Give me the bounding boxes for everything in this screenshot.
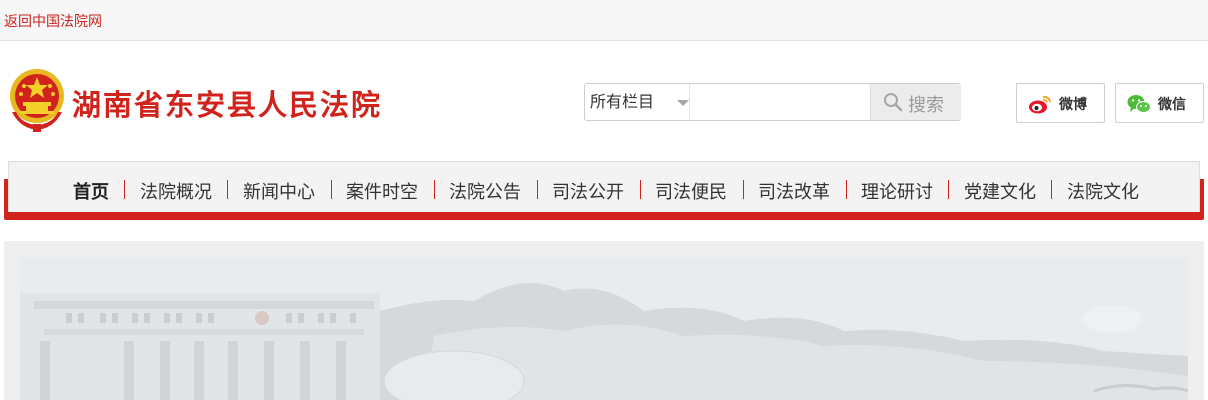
nav-item-6[interactable]: 司法便民 xyxy=(655,178,727,204)
wechat-icon xyxy=(1127,93,1151,115)
nav-item-10[interactable]: 法院文化 xyxy=(1067,178,1139,204)
national-emblem-icon xyxy=(6,68,68,134)
nav-separator xyxy=(640,180,641,199)
nav-item-4[interactable]: 法院公告 xyxy=(449,178,521,204)
search-category-select[interactable]: 所有栏目 xyxy=(585,84,690,120)
nav-item-9[interactable]: 党建文化 xyxy=(964,178,1036,204)
nav-separator xyxy=(1051,180,1052,199)
nav-item-3[interactable]: 案件时空 xyxy=(346,178,418,204)
top-bar: 返回中国法院网 xyxy=(0,0,1208,41)
nav-separator xyxy=(331,180,332,199)
nav-item-0[interactable]: 首页 xyxy=(73,178,109,204)
nav-item-1[interactable]: 法院概况 xyxy=(140,178,212,204)
nav-separator xyxy=(434,180,435,199)
search-icon xyxy=(883,92,903,112)
search-box: 所有栏目 搜索 xyxy=(584,83,961,121)
nav-item-8[interactable]: 理论研讨 xyxy=(861,178,933,204)
wechat-button[interactable]: 微信 xyxy=(1115,83,1204,123)
nav-item-5[interactable]: 司法公开 xyxy=(552,178,624,204)
nav-separator xyxy=(846,180,847,199)
weibo-icon xyxy=(1028,93,1052,115)
main-nav: 首页 法院概况 新闻中心 案件时空 法院公告 司法公开 司法便民 司法改革 理论研讨 党建文化 法院… xyxy=(4,161,1204,220)
back-to-chinacourt-link[interactable]: 返回中国法院网 xyxy=(4,11,102,31)
wechat-label: 微信 xyxy=(1158,97,1186,113)
weibo-button[interactable]: 微博 xyxy=(1016,83,1105,123)
site-title: 湖南省东安县人民法院 xyxy=(72,88,383,122)
search-button-label: 搜索 xyxy=(908,95,944,116)
search-button[interactable]: 搜索 xyxy=(870,84,961,120)
hero-banner xyxy=(4,241,1204,400)
weibo-label: 微博 xyxy=(1059,97,1087,113)
nav-separator xyxy=(124,180,125,199)
nav-separator xyxy=(537,180,538,199)
chevron-down-icon xyxy=(677,100,689,106)
nav-bar: 首页 法院概况 新闻中心 案件时空 法院公告 司法公开 司法便民 司法改革 理论研讨 党建文化 法院… xyxy=(8,161,1200,212)
nav-separator xyxy=(743,180,744,199)
nav-separator xyxy=(948,180,949,199)
search-input[interactable] xyxy=(691,84,869,120)
nav-item-2[interactable]: 新闻中心 xyxy=(243,178,315,204)
nav-item-7[interactable]: 司法改革 xyxy=(758,178,830,204)
nav-separator xyxy=(227,180,228,199)
search-category-value: 所有栏目 xyxy=(590,92,655,111)
